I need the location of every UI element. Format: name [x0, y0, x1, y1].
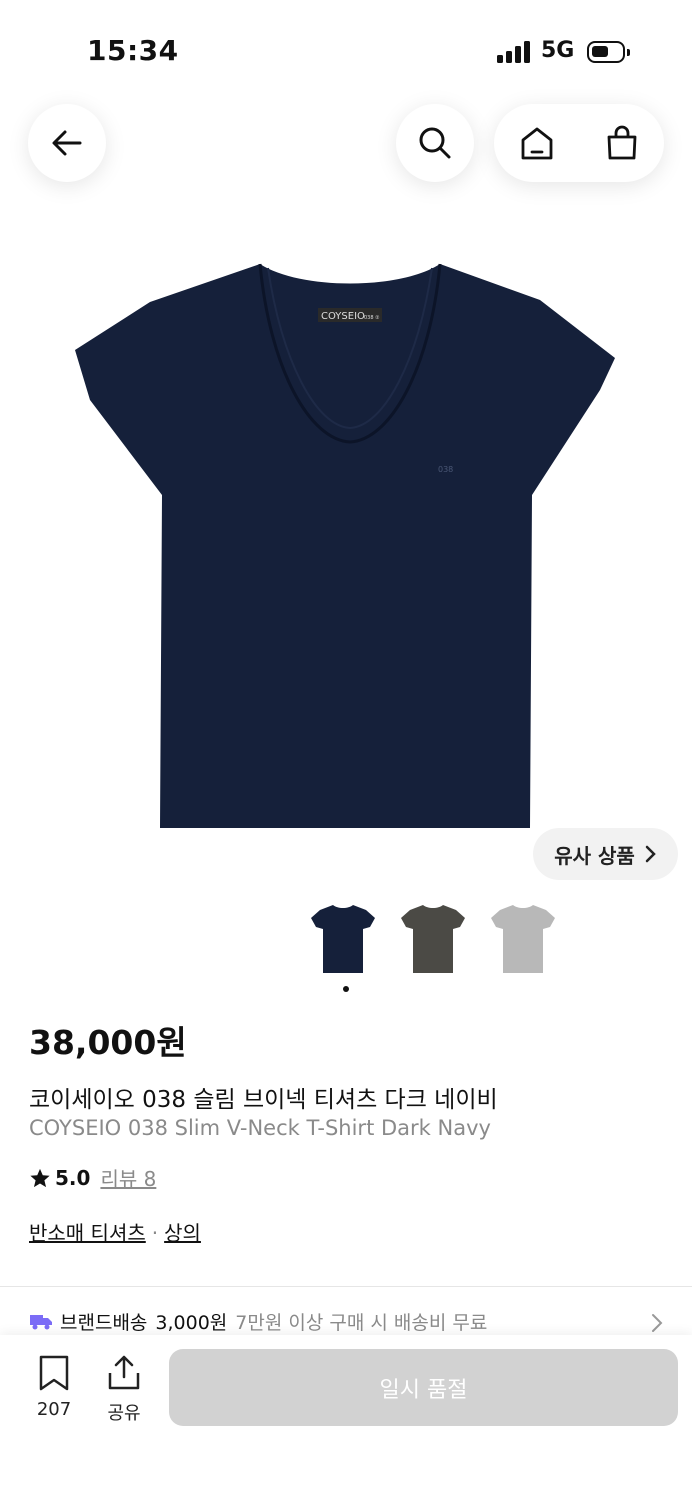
logo-sub-label: 038 ② — [364, 315, 380, 321]
share-icon — [108, 1355, 140, 1390]
similar-products-label: 유사 상품 — [554, 843, 635, 868]
signal-icon — [497, 41, 533, 63]
shopping-bag-icon[interactable] — [603, 124, 641, 162]
divider — [0, 1286, 692, 1287]
product-image[interactable]: COYSEIO 038 ② 038 — [70, 250, 622, 840]
network-label: 5G — [541, 38, 575, 63]
search-icon — [419, 127, 451, 159]
breadcrumb-separator: · — [151, 1221, 159, 1245]
shipping-type: 브랜드배송 — [60, 1312, 148, 1334]
battery-icon — [587, 41, 630, 63]
chevron-right-icon — [645, 845, 656, 863]
rating-score: 5.0 — [55, 1165, 91, 1190]
carousel-indicator — [343, 986, 349, 992]
product-price: 38,000원 — [29, 1023, 187, 1062]
logo-label: COYSEIO — [321, 311, 365, 322]
shipping-info[interactable]: 브랜드배송 3,000원 7만원 이상 구매 시 배송비 무료 — [30, 1308, 487, 1335]
bottom-action-bar: 207 공유 일시 품절 — [0, 1335, 692, 1500]
share-button[interactable]: 공유 — [98, 1355, 150, 1425]
thumbnail-charcoal[interactable] — [398, 900, 468, 978]
category-link-tops[interactable]: 상의 — [164, 1221, 201, 1245]
product-rating: 5.0 리뷰 8 — [29, 1163, 156, 1192]
home-bag-group — [494, 104, 664, 182]
product-name-english: COYSEIO 038 Slim V-Neck T-Shirt Dark Nav… — [29, 1116, 491, 1140]
home-icon[interactable] — [518, 124, 556, 162]
bookmark-button[interactable]: 207 — [28, 1355, 80, 1420]
color-thumbnails — [308, 900, 558, 978]
sold-out-button[interactable]: 일시 품절 — [169, 1349, 678, 1426]
back-button[interactable] — [28, 104, 106, 182]
bookmark-count: 207 — [36, 1399, 72, 1420]
breadcrumb: 반소매 티셔츠 · 상의 — [29, 1217, 201, 1246]
review-link[interactable]: 리뷰 8 — [100, 1163, 156, 1192]
shipping-fee: 3,000원 — [155, 1312, 228, 1334]
delivery-truck-icon — [30, 1314, 52, 1329]
category-link-short-sleeve[interactable]: 반소매 티셔츠 — [29, 1221, 146, 1245]
arrow-left-icon — [52, 130, 82, 156]
shipping-note: 7만원 이상 구매 시 배송비 무료 — [235, 1312, 488, 1334]
tshirt-icon — [491, 905, 555, 973]
tshirt-icon — [311, 905, 375, 973]
status-bar: 15:34 5G — [0, 0, 692, 100]
chest-print: 038 — [438, 465, 453, 474]
status-time: 15:34 — [87, 34, 179, 67]
product-name-korean: 코이세이오 038 슬림 브이넥 티셔츠 다크 네이비 — [29, 1087, 498, 1113]
thumbnail-gray[interactable] — [488, 900, 558, 978]
thumbnail-navy[interactable] — [308, 900, 378, 978]
similar-products-button[interactable]: 유사 상품 — [533, 828, 678, 880]
search-button[interactable] — [396, 104, 474, 182]
star-icon — [30, 1168, 50, 1187]
share-label: 공유 — [107, 1403, 141, 1424]
chevron-right-icon[interactable] — [650, 1312, 664, 1334]
bookmark-icon — [39, 1355, 69, 1391]
tshirt-icon — [401, 905, 465, 973]
